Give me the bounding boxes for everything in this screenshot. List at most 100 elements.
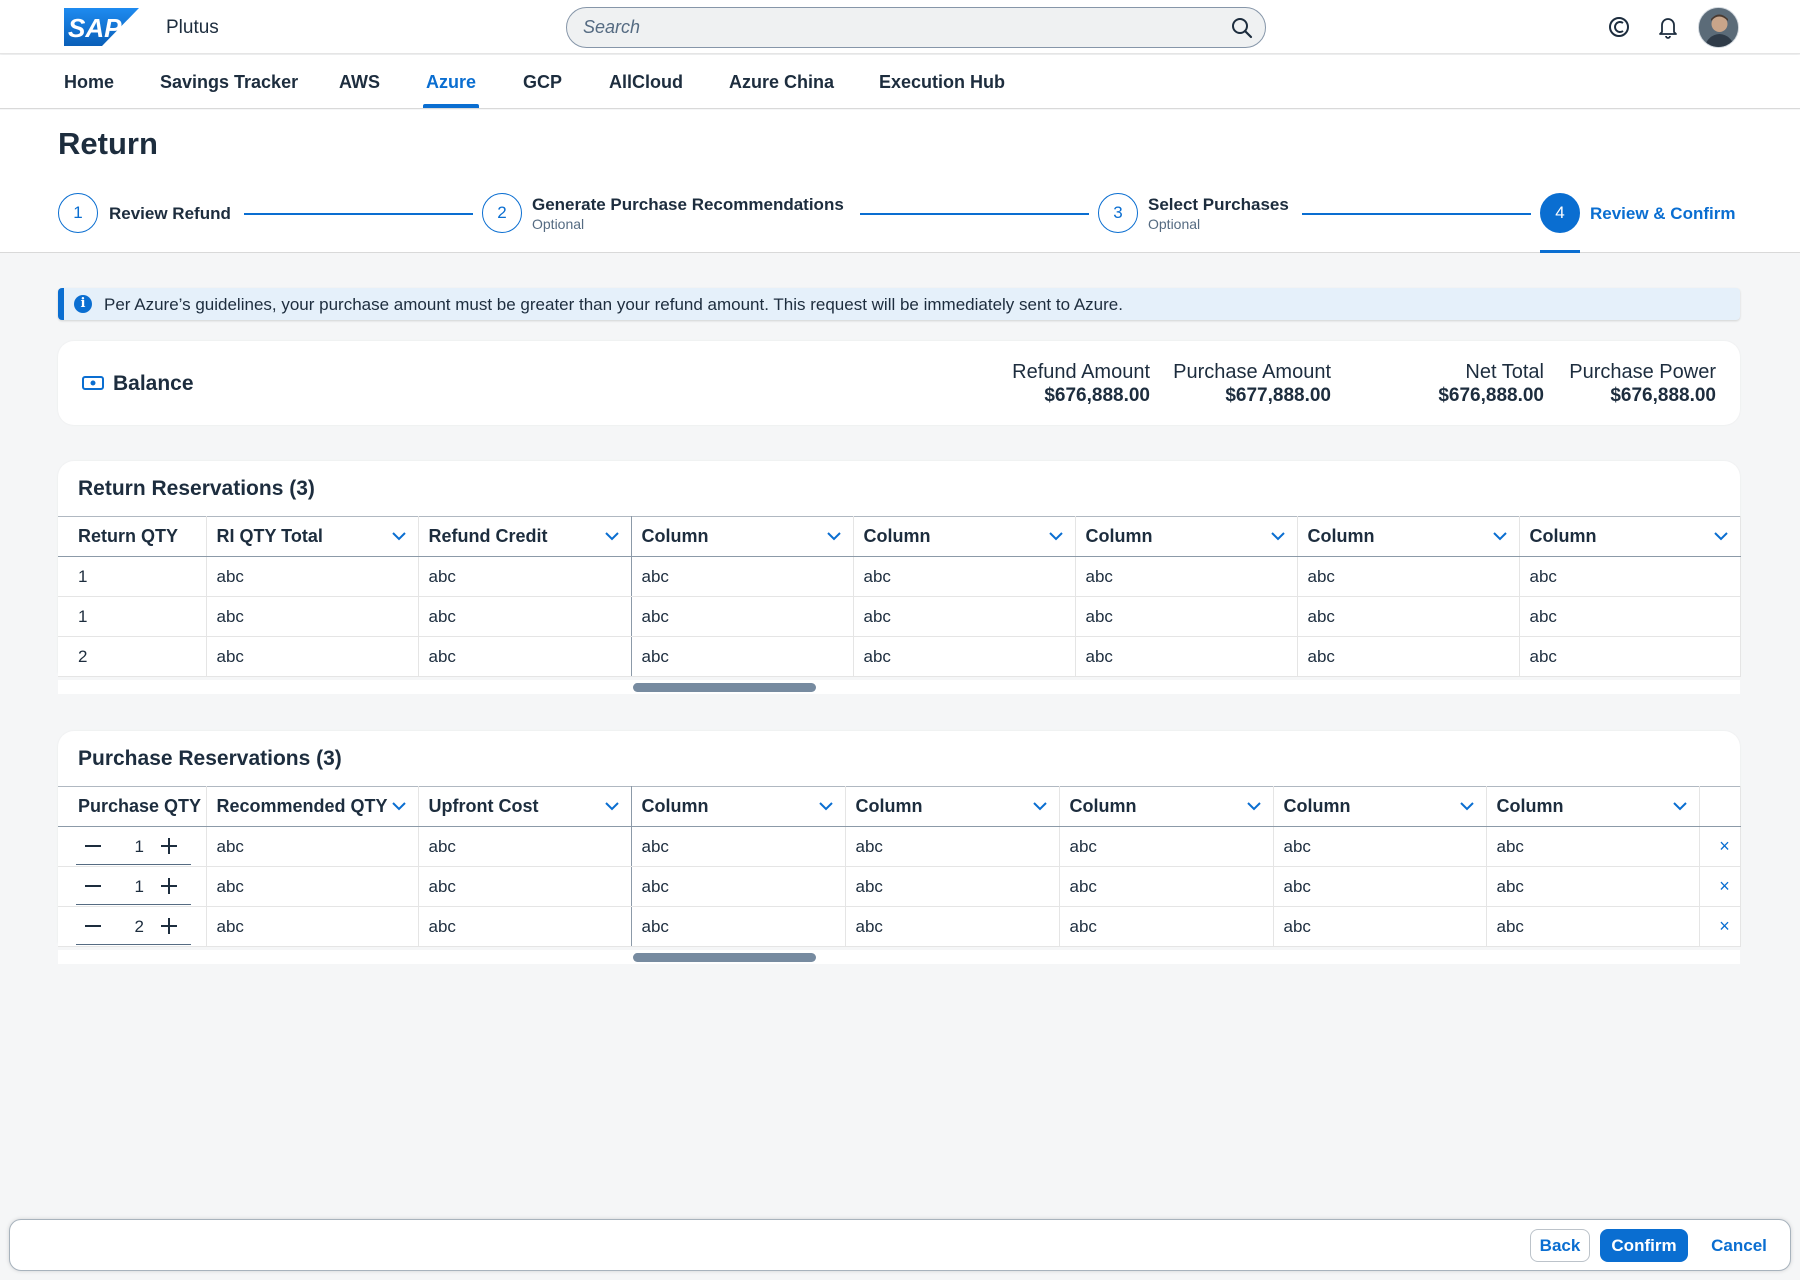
chevron-down-icon[interactable]	[1672, 801, 1687, 811]
chevron-down-icon[interactable]	[391, 801, 406, 811]
table-cell: abc	[631, 596, 854, 637]
chevron-down-icon[interactable]	[604, 531, 619, 541]
column-header-label: Purchase QTY	[78, 796, 202, 816]
nav-item-azure[interactable]: Azure	[426, 72, 476, 93]
wizard-step-4-number[interactable]: 4	[1540, 193, 1580, 233]
table-row[interactable]: 2 abc abc abc abc abc abc abc	[58, 636, 1741, 677]
scrollbar-thumb[interactable]	[633, 953, 816, 962]
chevron-down-icon[interactable]	[1048, 531, 1063, 541]
chevron-down-icon[interactable]	[818, 801, 833, 811]
decrement-button[interactable]	[82, 875, 104, 897]
metric-value: $676,888.00	[1044, 385, 1150, 406]
back-button[interactable]: Back	[1530, 1229, 1590, 1262]
purchase-reservations-table: Purchase QTY Recommended QTY Upfront Cos…	[58, 786, 1741, 947]
column-header[interactable]: Recommended QTY	[206, 786, 419, 827]
remove-row-icon[interactable]: ×	[1699, 906, 1741, 947]
table-cell: abc	[418, 596, 632, 637]
column-header[interactable]: Purchase QTY	[58, 786, 207, 827]
chevron-down-icon[interactable]	[391, 531, 406, 541]
wizard-step-1-label[interactable]: Review Refund	[109, 204, 231, 224]
table-row[interactable]: 1 abc abc abc abc abc abc abc	[58, 556, 1741, 597]
column-header[interactable]: Column	[631, 786, 846, 827]
table-cell: 1	[58, 556, 207, 597]
nav-item-allcloud[interactable]: AllCloud	[609, 72, 683, 93]
column-header[interactable]: Column	[1075, 516, 1298, 557]
table-cell: abc	[1059, 826, 1274, 867]
wizard-step-2-label[interactable]: Generate Purchase Recommendations	[532, 195, 844, 215]
remove-row-icon[interactable]: ×	[1699, 866, 1741, 907]
quantity-value[interactable]: 1	[124, 837, 144, 857]
quantity-stepper[interactable]: 1	[76, 827, 191, 866]
wizard-connector	[860, 213, 1089, 215]
horizontal-scrollbar[interactable]	[58, 950, 1740, 964]
chevron-down-icon[interactable]	[1032, 801, 1047, 811]
quantity-value[interactable]: 1	[124, 877, 144, 897]
wizard-step-4-label[interactable]: Review & Confirm	[1590, 204, 1735, 224]
table-row[interactable]: 1 abc abc abc abc abc abc abc	[58, 596, 1741, 637]
table-cell: abc	[1297, 596, 1520, 637]
nav-item-gcp[interactable]: GCP	[523, 72, 562, 93]
column-header[interactable]: Column	[853, 516, 1076, 557]
column-header[interactable]: Column	[1486, 786, 1700, 827]
table-cell: abc	[631, 866, 846, 907]
nav-item-azure-china[interactable]: Azure China	[729, 72, 834, 93]
table-cell: abc	[206, 826, 419, 867]
metric-label: Refund Amount	[1012, 361, 1150, 383]
column-header[interactable]: Column	[631, 516, 854, 557]
wizard-step-2-number[interactable]: 2	[482, 193, 522, 233]
notification-bell-icon[interactable]	[1655, 14, 1681, 40]
search-icon[interactable]	[1231, 17, 1253, 39]
chevron-down-icon[interactable]	[1246, 801, 1261, 811]
balance-card: Balance Refund Amount $676,888.00 Purcha…	[58, 341, 1740, 425]
scrollbar-thumb[interactable]	[633, 683, 816, 692]
column-header[interactable]: RI QTY Total	[206, 516, 419, 557]
quantity-stepper[interactable]: 2	[76, 907, 191, 946]
column-header[interactable]: Column	[845, 786, 1060, 827]
column-header[interactable]: Column	[1519, 516, 1741, 557]
wizard-step-3-label[interactable]: Select Purchases	[1148, 195, 1289, 215]
quantity-stepper[interactable]: 1	[76, 867, 191, 906]
column-header[interactable]: Refund Credit	[418, 516, 632, 557]
column-header[interactable]: Upfront Cost	[418, 786, 632, 827]
search-field[interactable]	[566, 7, 1266, 48]
column-header[interactable]: Return QTY	[58, 516, 207, 557]
table-row[interactable]: 1 abc abc abc abc abc abc abc ×	[58, 826, 1741, 867]
chevron-down-icon[interactable]	[1713, 531, 1728, 541]
chevron-down-icon[interactable]	[1270, 531, 1285, 541]
nav-item-savings-tracker[interactable]: Savings Tracker	[160, 72, 298, 93]
chevron-down-icon[interactable]	[1492, 531, 1507, 541]
column-header[interactable]: Column	[1059, 786, 1274, 827]
search-input[interactable]	[583, 8, 1183, 47]
copilot-icon[interactable]	[1606, 14, 1632, 40]
increment-button[interactable]	[158, 875, 180, 897]
nav-item-home[interactable]: Home	[64, 72, 114, 93]
table-title: Return Reservations (3)	[78, 477, 315, 500]
column-header[interactable]: Column	[1273, 786, 1487, 827]
return-reservations-table: Return QTY RI QTY Total Refund Credit Co…	[58, 516, 1741, 677]
sap-logo[interactable]: SAP	[64, 8, 139, 46]
decrement-button[interactable]	[82, 915, 104, 937]
confirm-button[interactable]: Confirm	[1600, 1229, 1688, 1262]
chevron-down-icon[interactable]	[604, 801, 619, 811]
remove-row-icon[interactable]: ×	[1699, 826, 1741, 867]
cancel-button[interactable]: Cancel	[1704, 1229, 1774, 1262]
purchase-qty-cell: 2	[58, 906, 207, 947]
horizontal-scrollbar[interactable]	[58, 680, 1740, 694]
table-row[interactable]: 1 abc abc abc abc abc abc abc ×	[58, 866, 1741, 907]
column-header[interactable]: Column	[1297, 516, 1520, 557]
table-row[interactable]: 2 abc abc abc abc abc abc abc ×	[58, 906, 1741, 947]
quantity-value[interactable]: 2	[124, 917, 144, 937]
increment-button[interactable]	[158, 835, 180, 857]
wizard-step-3-number[interactable]: 3	[1098, 193, 1138, 233]
chevron-down-icon[interactable]	[826, 531, 841, 541]
decrement-button[interactable]	[82, 835, 104, 857]
avatar-image	[1699, 8, 1738, 47]
nav-item-aws[interactable]: AWS	[339, 72, 380, 93]
nav-item-execution-hub[interactable]: Execution Hub	[879, 72, 1005, 93]
user-avatar[interactable]	[1698, 7, 1739, 48]
increment-button[interactable]	[158, 915, 180, 937]
wizard-step-1-number[interactable]: 1	[58, 193, 98, 233]
chevron-down-icon[interactable]	[1459, 801, 1474, 811]
nav-active-indicator	[423, 104, 479, 108]
metric-purchase-power: Purchase Power $676,888.00	[1569, 361, 1716, 407]
